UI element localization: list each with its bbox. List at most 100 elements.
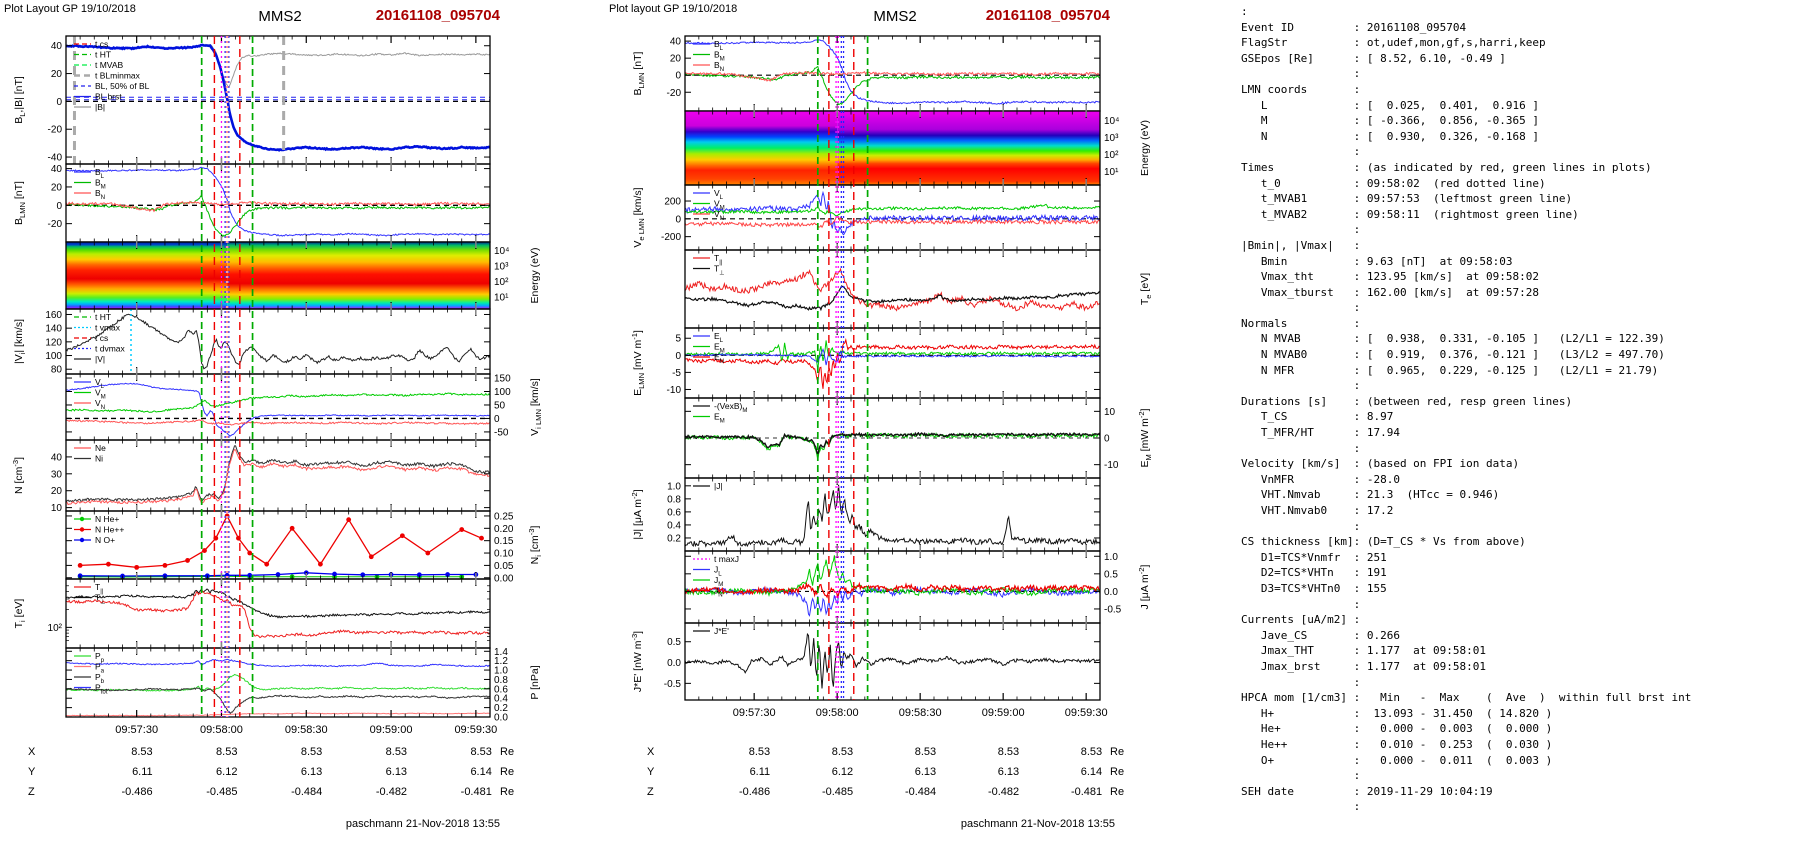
svg-text:100: 100 bbox=[494, 387, 511, 398]
svg-text:40: 40 bbox=[670, 37, 682, 48]
svg-text:120: 120 bbox=[45, 337, 62, 348]
figure-title-middle: MMS2 bbox=[873, 8, 917, 25]
svg-text:Re: Re bbox=[500, 786, 514, 798]
svg-text:0.2: 0.2 bbox=[667, 533, 681, 544]
svg-text:-0.485: -0.485 bbox=[822, 786, 853, 798]
fig1-panel-7: 10²Ti [eV]T||T⊥ bbox=[13, 578, 491, 649]
svg-text:t cs: t cs bbox=[95, 39, 108, 49]
svg-text:-0.486: -0.486 bbox=[739, 786, 770, 798]
svg-text:-50: -50 bbox=[494, 427, 509, 438]
svg-text:N O+: N O+ bbox=[95, 535, 115, 545]
fig2-panel-5: 100-10 EM [mW m-2]-(VexB)MEM bbox=[684, 397, 1153, 479]
svg-text:-20: -20 bbox=[48, 219, 63, 230]
svg-text:09:58:30: 09:58:30 bbox=[899, 707, 942, 719]
svg-text:09:57:30: 09:57:30 bbox=[733, 707, 776, 719]
fig2-panel-3: Te [eV]T||T⊥ bbox=[684, 249, 1153, 329]
svg-text:10¹: 10¹ bbox=[494, 292, 509, 303]
svg-text:8.53: 8.53 bbox=[915, 746, 936, 758]
svg-text:10: 10 bbox=[1104, 407, 1116, 418]
svg-text:6.13: 6.13 bbox=[301, 766, 322, 778]
fig2-panel-2: 2000-200Ve LMN [km/s] VLVMVN bbox=[632, 184, 1101, 251]
figure-title-left: MMS2 bbox=[258, 8, 302, 25]
svg-text:10²: 10² bbox=[494, 277, 509, 288]
svg-text:0.25: 0.25 bbox=[494, 511, 514, 522]
svg-text:0.05: 0.05 bbox=[494, 561, 514, 572]
fig1-panel-4: 150100500-50 Vi LMN [km/s]VLVMVN bbox=[65, 373, 543, 441]
svg-text:8.53: 8.53 bbox=[216, 746, 237, 758]
svg-text:J*E' [nW m-3]: J*E' [nW m-3] bbox=[630, 631, 644, 692]
svg-text:-0.484: -0.484 bbox=[291, 786, 322, 798]
svg-text:Energy (eV): Energy (eV) bbox=[1139, 120, 1151, 176]
svg-text:20: 20 bbox=[51, 69, 63, 80]
fig1-panel-1: 40200-20BLMN [nT]BLBMBN bbox=[13, 163, 491, 243]
svg-text:8.53: 8.53 bbox=[749, 746, 770, 758]
svg-text:Re: Re bbox=[500, 766, 514, 778]
svg-text:20: 20 bbox=[51, 182, 63, 193]
svg-text:0.5: 0.5 bbox=[1104, 569, 1118, 580]
svg-text:N He++: N He++ bbox=[95, 525, 124, 535]
svg-text:BL, 50% of BL: BL, 50% of BL bbox=[95, 81, 150, 91]
svg-text:N [cm-3]: N [cm-3] bbox=[11, 457, 25, 494]
plot-layout-label-middle: Plot layout GP 19/10/2018 bbox=[609, 3, 738, 15]
svg-text:X: X bbox=[28, 746, 36, 758]
svg-text:6.12: 6.12 bbox=[216, 766, 237, 778]
credit-left: paschmann 21-Nov-2018 13:55 bbox=[345, 818, 500, 830]
svg-text:8.53: 8.53 bbox=[832, 746, 853, 758]
svg-text:Z: Z bbox=[647, 786, 654, 798]
svg-text:30: 30 bbox=[51, 469, 63, 480]
svg-text:0.6: 0.6 bbox=[667, 507, 681, 518]
svg-text:Re: Re bbox=[1110, 746, 1124, 758]
svg-text:0: 0 bbox=[56, 97, 62, 108]
svg-text:0: 0 bbox=[494, 414, 500, 425]
svg-text:10³: 10³ bbox=[494, 262, 509, 273]
svg-text:Re: Re bbox=[1110, 766, 1124, 778]
svg-text:10: 10 bbox=[51, 503, 63, 514]
svg-text:5: 5 bbox=[675, 334, 681, 345]
svg-text:Re: Re bbox=[500, 746, 514, 758]
fig1-panel-5: 40 30 20 10 N [cm-3] NeNi bbox=[11, 439, 491, 514]
svg-text:Y: Y bbox=[28, 766, 36, 778]
svg-text:t vmax: t vmax bbox=[95, 323, 121, 333]
svg-text:-0.481: -0.481 bbox=[461, 786, 492, 798]
fig1-panel-2: 10⁴ 10³ 10² 10¹ Energy (eV) bbox=[65, 241, 541, 310]
svg-text:0.4: 0.4 bbox=[667, 520, 681, 531]
svg-text:1.0: 1.0 bbox=[667, 481, 681, 492]
fig2-panel-1: 10⁴ 10³ 10² 10¹ Energy (eV) bbox=[684, 110, 1151, 186]
svg-text:-20: -20 bbox=[667, 88, 682, 99]
svg-text:-40: -40 bbox=[48, 153, 63, 164]
svg-text:0.5: 0.5 bbox=[667, 637, 681, 648]
svg-text:6.11: 6.11 bbox=[132, 766, 153, 778]
svg-text:6.13: 6.13 bbox=[998, 766, 1019, 778]
svg-text:10²: 10² bbox=[48, 623, 63, 634]
svg-text:8.53: 8.53 bbox=[1081, 746, 1102, 758]
svg-text:t HT: t HT bbox=[95, 312, 111, 322]
left-figure: Plot Layout GP 19/10/2018 MMS2 20161108_… bbox=[0, 0, 605, 841]
fig1-panel-0: 40 20 0 -20 -40 BL,|B| [nT] t cst HTt MVABt BL… bbox=[13, 35, 491, 165]
fig2-panel-0: 40200-20BLMN [nT]BLBMBN bbox=[632, 35, 1101, 112]
svg-text:6.13: 6.13 bbox=[915, 766, 936, 778]
fig2-panel-6: 1.0 0.8 0.6 0.4 0.2 |J| [μA m-2] |J| bbox=[630, 477, 1101, 552]
svg-text:BLMN [nT]: BLMN [nT] bbox=[13, 181, 27, 225]
svg-text:t dvmax: t dvmax bbox=[95, 344, 126, 354]
svg-text:50: 50 bbox=[494, 400, 506, 411]
svg-text:8.53: 8.53 bbox=[998, 746, 1019, 758]
fig1-panel-3: 160 140 120 100 80 |Vi| [km/s] t HTt vmaxt cst… bbox=[13, 308, 491, 376]
svg-text:-0.485: -0.485 bbox=[206, 786, 237, 798]
svg-text:-0.5: -0.5 bbox=[1104, 604, 1122, 615]
svg-text:-0.5: -0.5 bbox=[664, 679, 682, 690]
svg-text:0.0: 0.0 bbox=[494, 713, 508, 724]
svg-text:-0.482: -0.482 bbox=[376, 786, 407, 798]
svg-text:150: 150 bbox=[494, 374, 511, 385]
svg-text:EM [mW m-2]: EM [mW m-2] bbox=[1137, 408, 1153, 467]
svg-text:0.15: 0.15 bbox=[494, 536, 514, 547]
svg-text:10⁴: 10⁴ bbox=[1104, 116, 1119, 127]
svg-text:0.8: 0.8 bbox=[667, 494, 681, 505]
event-id-middle: 20161108_095704 bbox=[985, 7, 1110, 24]
svg-text:-0.486: -0.486 bbox=[121, 786, 152, 798]
svg-text:-0.482: -0.482 bbox=[988, 786, 1019, 798]
svg-text:6.14: 6.14 bbox=[470, 766, 491, 778]
svg-text:0: 0 bbox=[675, 351, 681, 362]
svg-text:6.13: 6.13 bbox=[386, 766, 407, 778]
svg-text:0.20: 0.20 bbox=[494, 524, 514, 535]
event-info-text: : Event ID : 20161108_095704 FlagStr : o… bbox=[1241, 5, 1692, 814]
